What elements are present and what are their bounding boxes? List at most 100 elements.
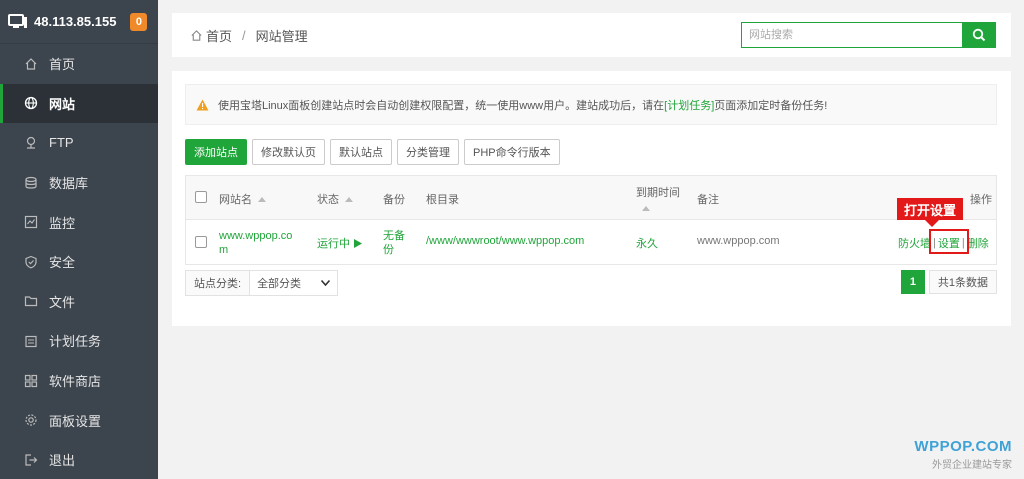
category-select[interactable]: 全部分类	[250, 271, 337, 295]
total-count: 共1条数据	[928, 270, 997, 294]
site-management-panel: 使用宝塔Linux面板创建站点时会自动创建权限配置，统一使用www用户。建站成功…	[172, 71, 1011, 326]
category-label: 站点分类:	[186, 271, 251, 295]
search-box	[741, 22, 996, 48]
sidebar-item-database[interactable]: 数据库	[0, 163, 158, 203]
category-filter: 站点分类: 全部分类	[185, 270, 339, 296]
site-table: 网站名 状态 备份 根目录 到期时间 备注 操作 www.wppop.co m …	[185, 175, 997, 265]
status-text: 运行中	[317, 238, 350, 250]
chevron-down-icon	[321, 280, 331, 286]
sidebar-item-label: 首页	[49, 57, 76, 73]
watermark-tagline: 外贸企业建站专家	[932, 460, 1012, 471]
search-input[interactable]	[741, 22, 962, 48]
server-icon	[8, 13, 28, 30]
php-cli-version-button[interactable]: PHP命令行版本	[464, 139, 560, 165]
ftp-icon	[24, 136, 38, 150]
breadcrumb-current: 网站管理	[255, 28, 308, 44]
sidebar-item-label: 计划任务	[49, 334, 102, 350]
sidebar-item-label: 面板设置	[49, 413, 102, 429]
logout-icon	[24, 453, 38, 467]
sidebar-item-settings[interactable]: 面板设置	[0, 400, 158, 440]
search-icon	[972, 28, 986, 42]
sidebar-item-label: 数据库	[49, 176, 89, 192]
gear-icon	[24, 413, 38, 427]
sidebar-item-label: 监控	[49, 215, 76, 231]
folder-icon	[24, 294, 38, 308]
backup-text: 无备	[383, 230, 405, 242]
col-status-label: 状态	[317, 194, 339, 206]
sidebar-item-website[interactable]: 网站	[0, 83, 158, 124]
select-all-checkbox[interactable]	[195, 191, 207, 203]
site-name-text: www.wppop.co	[219, 230, 293, 242]
note-text[interactable]: www.wppop.com	[697, 235, 780, 247]
sidebar-item-label: 软件商店	[49, 374, 102, 390]
cron-link[interactable]: [计划任务]	[664, 97, 714, 113]
open-settings-callout: 打开设置	[897, 198, 964, 227]
site-name-link[interactable]: www.wppop.co m	[219, 229, 292, 257]
col-status[interactable]: 状态	[317, 191, 353, 207]
pagination: 1 共1条数据	[900, 270, 997, 294]
table-row: www.wppop.co m 运行中 无备 份 /www/wwwroot/www…	[186, 220, 996, 264]
globe-icon	[24, 96, 38, 110]
grid-icon	[24, 374, 38, 388]
server-ip: 48.113.85.155	[34, 14, 117, 29]
warning-icon	[196, 99, 209, 111]
site-name-text-2: m	[219, 244, 229, 256]
database-icon	[24, 176, 38, 190]
col-expire-label: 到期时间	[636, 187, 680, 199]
toolbar: 添加站点 修改默认页 默认站点 分类管理 PHP命令行版本	[185, 139, 560, 165]
settings-highlight-box	[929, 229, 969, 254]
delete-link[interactable]: 删除	[967, 235, 989, 251]
header-bar: 首页 / 网站管理	[172, 13, 1011, 57]
firewall-link[interactable]: 防火墙	[898, 235, 931, 251]
sort-icon	[345, 196, 353, 202]
col-root-dir: 根目录	[426, 194, 459, 206]
monitor-icon	[24, 215, 38, 229]
search-button[interactable]	[962, 22, 996, 48]
sidebar-item-store[interactable]: 软件商店	[0, 361, 158, 401]
default-site-button[interactable]: 默认站点	[330, 139, 392, 165]
sidebar-item-monitor[interactable]: 监控	[0, 202, 158, 242]
sidebar-item-logout[interactable]: 退出	[0, 440, 158, 479]
alert-text-after: 页面添加定时备份任务!	[714, 99, 828, 112]
sidebar-item-label: 网站	[49, 96, 76, 112]
root-dir-link[interactable]: /www/wwwroot/www.wppop.com	[426, 235, 584, 247]
col-site-name-label: 网站名	[219, 194, 252, 206]
backup-link[interactable]: 无备 份	[383, 229, 405, 257]
add-site-button[interactable]: 添加站点	[185, 139, 247, 165]
col-backup: 备份	[383, 194, 405, 206]
shield-icon	[24, 255, 38, 269]
home-icon	[24, 57, 38, 71]
backup-text-2: 份	[383, 244, 394, 256]
edit-default-page-button[interactable]: 修改默认页	[252, 139, 325, 165]
sidebar-item-files[interactable]: 文件	[0, 282, 158, 322]
sidebar-item-ftp[interactable]: FTP	[0, 123, 158, 163]
sidebar-item-security[interactable]: 安全	[0, 242, 158, 282]
col-note: 备注	[697, 194, 719, 206]
sidebar-item-label: 退出	[49, 453, 76, 469]
table-footer: 站点分类: 全部分类 1 共1条数据	[185, 270, 997, 298]
notification-badge[interactable]: 0	[130, 12, 148, 31]
sidebar-item-label: 文件	[49, 294, 76, 310]
table-header: 网站名 状态 备份 根目录 到期时间 备注 操作	[186, 176, 996, 220]
sidebar-item-cron[interactable]: 计划任务	[0, 321, 158, 361]
col-expire-time[interactable]: 到期时间	[636, 184, 680, 211]
sidebar-item-label: FTP	[49, 135, 74, 151]
status-toggle[interactable]: 运行中	[317, 235, 362, 251]
expire-time-link[interactable]: 永久	[636, 235, 658, 251]
sidebar-item-home[interactable]: 首页	[0, 44, 158, 84]
calendar-icon	[24, 334, 38, 348]
sort-icon	[258, 196, 266, 202]
watermark-brand: WPPOP.COM	[914, 438, 1012, 455]
breadcrumb-home[interactable]: 首页	[206, 26, 232, 45]
info-alert: 使用宝塔Linux面板创建站点时会自动创建权限配置，统一使用www用户。建站成功…	[185, 84, 997, 125]
col-actions: 操作	[970, 194, 992, 206]
category-selected: 全部分类	[257, 278, 302, 290]
alert-text: 使用宝塔Linux面板创建站点时会自动创建权限配置，统一使用www用户。建站成功…	[218, 99, 665, 112]
page-current[interactable]: 1	[900, 270, 925, 294]
server-info: 48.113.85.155 0	[0, 0, 158, 44]
sort-icon	[642, 206, 650, 211]
category-manage-button[interactable]: 分类管理	[397, 139, 459, 165]
row-checkbox[interactable]	[195, 236, 207, 248]
sidebar-item-label: 安全	[49, 255, 76, 271]
col-site-name[interactable]: 网站名	[219, 191, 266, 207]
